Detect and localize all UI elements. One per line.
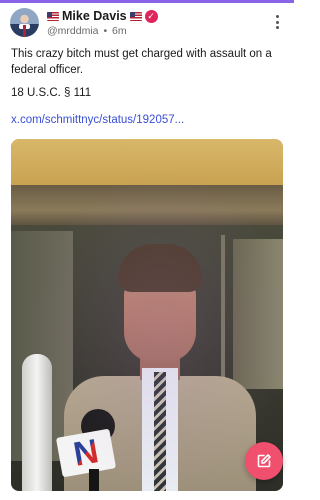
person-tie xyxy=(154,372,166,491)
post-text: This crazy bitch must get charged with a… xyxy=(11,48,272,76)
post-link[interactable]: x.com/schmittnyc/status/192057... xyxy=(11,114,184,126)
photo-bollard xyxy=(22,354,52,491)
person-hair xyxy=(118,244,202,292)
more-vertical-icon[interactable] xyxy=(274,15,280,29)
mic-handle xyxy=(89,469,99,491)
photo-ceiling xyxy=(11,139,283,189)
author-name-line[interactable]: Mike Davis ✓ xyxy=(47,9,158,23)
more-dot xyxy=(275,26,279,29)
meta-separator: • xyxy=(103,25,108,37)
mic-flag-logo: N xyxy=(70,432,102,474)
compose-button[interactable] xyxy=(245,442,283,480)
person-coat-right xyxy=(168,376,256,491)
author-name[interactable]: Mike Davis xyxy=(62,9,127,23)
photo-microphone: N xyxy=(55,409,119,491)
post-time: 6m xyxy=(112,25,127,37)
author-meta: @mrddmia • 6m xyxy=(47,25,127,37)
us-flag-icon xyxy=(47,11,59,21)
us-flag-icon xyxy=(129,11,142,21)
compose-icon xyxy=(257,454,271,468)
post-citation: 18 U.S.C. § 111 xyxy=(11,87,92,99)
more-dot xyxy=(275,15,279,18)
post-header: Mike Davis ✓ @mrddmia • 6m xyxy=(10,8,284,38)
photo-overhang xyxy=(11,185,283,227)
more-dot xyxy=(275,20,279,24)
avatar[interactable] xyxy=(10,8,39,37)
top-accent-bar xyxy=(0,0,294,3)
post-media-photo[interactable]: N xyxy=(11,139,283,491)
author-handle[interactable]: @mrddmia xyxy=(47,25,99,37)
mic-flag: N xyxy=(55,428,117,478)
avatar-tie xyxy=(23,25,26,37)
verified-badge-icon: ✓ xyxy=(144,9,158,23)
